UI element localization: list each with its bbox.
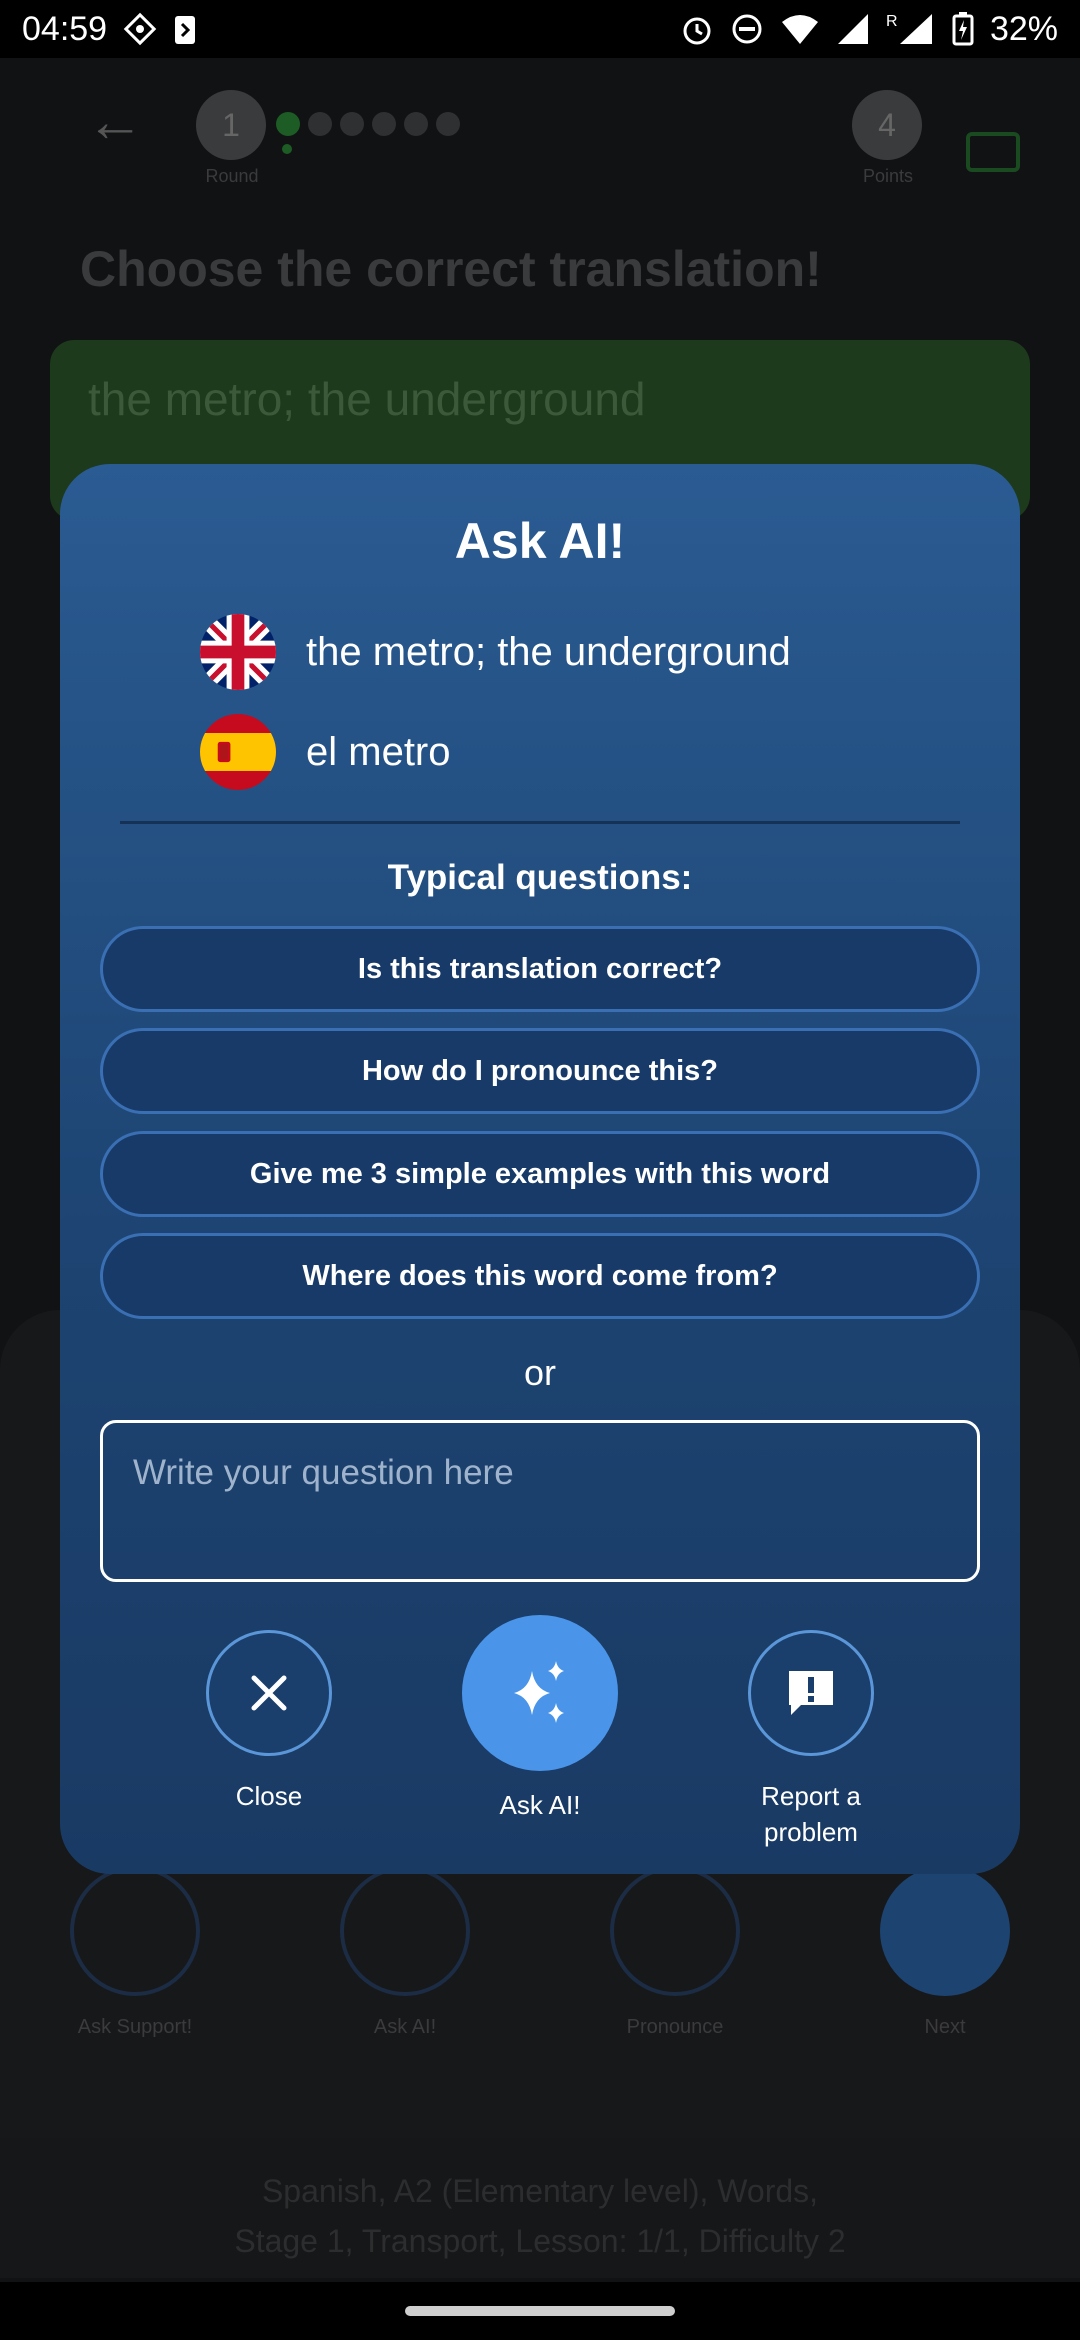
lesson-footer: Spanish, A2 (Elementary level), Words, S… [0,2138,1080,2278]
footer-line: Stage 1, Transport, Lesson: 1/1, Difficu… [234,2223,846,2259]
question-etymology-button[interactable]: Where does this word come from? [100,1233,980,1319]
progress-dot [308,112,332,136]
progress-dot [372,112,396,136]
report-action: Report a problem [748,1630,874,1850]
target-phrase: el metro [306,729,451,774]
uk-flag-icon [200,614,276,690]
progress-dot [276,112,300,136]
ask-support-label: Ask Support! [77,2016,193,2038]
typical-questions-heading: Typical questions: [387,858,693,897]
score-counter: 4 [852,90,922,160]
report-label-line: Report a [761,1781,861,1811]
answer-option-text: the metro; the underground [88,373,646,425]
close-button[interactable] [206,1630,332,1756]
alarm-icon [680,12,714,46]
spain-flag-icon [200,714,276,790]
pronounce-button[interactable] [610,1866,740,1996]
battery-icon [952,12,974,46]
close-icon [251,1675,287,1711]
ask-ai-dialog: Ask AI! the metro; the underground el me… [60,464,1020,1874]
question-examples-button[interactable]: Give me 3 simple examples with this word [100,1131,980,1217]
status-bar: 04:59 R 32% [0,0,1080,58]
progress-dots [276,112,460,136]
image-icon[interactable] [966,132,1020,172]
exercise-prompt: Choose the correct translation! [80,241,822,297]
question-translation-correct-button[interactable]: Is this translation correct? [100,926,980,1012]
back-arrow-icon[interactable]: ← [86,92,146,152]
signal-icon [836,12,870,46]
or-separator: or [523,1352,556,1393]
progress-dot [340,112,364,136]
progress-dot [404,112,428,136]
score-label: Points [862,166,914,186]
wifi-icon [780,12,820,46]
close-label: Close [235,1781,303,1811]
question-pronounce-button[interactable]: How do I pronounce this? [100,1028,980,1114]
ask-ai-bg-button[interactable] [340,1866,470,1996]
ask-ai-action: Ask AI! [462,1615,618,1823]
app-notification-icon [123,12,157,46]
report-label-line: problem [764,1817,858,1847]
dialog-title: Ask AI! [454,513,626,569]
battery-percent: 32% [989,9,1058,48]
ask-ai-button[interactable] [462,1615,618,1771]
clipboard-icon [173,12,197,46]
ask-ai-bg-label: Ask AI! [373,2016,437,2038]
status-time: 04:59 [22,9,108,48]
question-input[interactable] [100,1420,980,1582]
sparkles-icon [514,1661,564,1723]
target-phrase-row: el metro [200,714,451,790]
close-action: Close [206,1630,332,1814]
round-label: Round [205,166,259,186]
next-button[interactable] [880,1866,1010,1996]
ask-ai-label: Ask AI! [499,1790,581,1820]
svg-text:R: R [886,13,898,30]
round-counter: 1 [196,90,266,160]
progress-marker [282,144,292,154]
source-phrase: the metro; the underground [306,629,791,674]
source-phrase-row: the metro; the underground [200,614,791,690]
divider [120,821,960,824]
footer-line: Spanish, A2 (Elementary level), Words, [261,2173,819,2209]
report-icon [789,1671,833,1715]
do-not-disturb-icon [730,12,764,46]
home-gesture-handle[interactable] [405,2306,675,2316]
ask-support-button[interactable] [70,1866,200,1996]
lesson-top-bar: ← 1 Round 4 Points [0,58,1080,208]
report-label: Report a problem [701,1778,921,1850]
next-label: Next [924,2016,966,2038]
pronounce-label: Pronounce [626,2016,724,2038]
roaming-signal-icon: R [886,12,936,46]
lesson-actions: Ask Support! Ask AI! Pronounce Next [0,1866,1080,2046]
report-problem-button[interactable] [748,1630,874,1756]
progress-dot [436,112,460,136]
